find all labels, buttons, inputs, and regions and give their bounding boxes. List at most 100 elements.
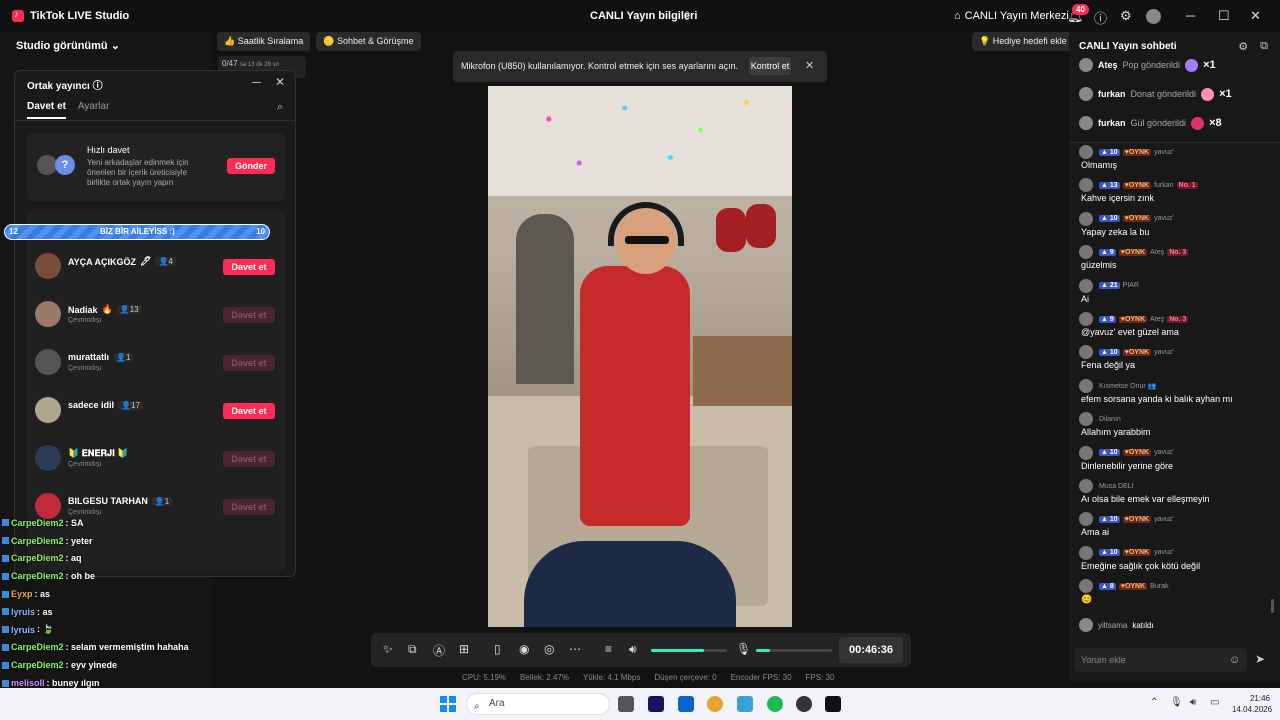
more-icon[interactable]: ⋯ — [569, 642, 581, 656]
close-icon[interactable]: ✕ — [805, 59, 814, 72]
volume-slider[interactable] — [651, 649, 727, 652]
check-button[interactable]: Kontrol et — [749, 57, 791, 75]
host-name-text: 🔰 𝐄𝐍𝐄𝐑𝐉𝐈 🔰 — [68, 448, 129, 458]
translate-icon[interactable]: ⧉ — [408, 642, 417, 657]
chat-user[interactable]: Dilanın — [1099, 416, 1121, 423]
avatar — [1079, 579, 1093, 594]
outlook-icon[interactable] — [678, 696, 694, 712]
microphone-icon[interactable]: 🎙︎ — [1170, 697, 1183, 708]
chat-message-meta: ▲ 10 ♥OYNK yavuz' — [1079, 445, 1274, 460]
tab-settings[interactable]: Ayarlar — [78, 101, 110, 119]
chat-user[interactable]: Musa DELİ — [1099, 483, 1134, 490]
chat-meeting-chip[interactable]: 🪙 Sohbet & Görüşme — [316, 32, 421, 51]
mic-slider[interactable] — [756, 649, 832, 652]
chat-user[interactable]: furkan — [1154, 182, 1173, 189]
avatar — [1079, 245, 1093, 260]
stream-preview[interactable] — [488, 86, 792, 627]
phone-icon[interactable]: ▯ — [494, 642, 501, 656]
hourly-ranking-chip[interactable]: 👍 Saatlik Sıralama — [217, 32, 311, 51]
chat-user[interactable]: yavuz' — [1154, 549, 1174, 556]
sliders-icon[interactable]: ≡ — [605, 642, 612, 656]
network-app-icon[interactable] — [737, 696, 753, 712]
chevron-down-icon: ⌄ — [110, 40, 120, 52]
invite-button[interactable]: Davet et — [223, 259, 275, 275]
chat-user[interactable]: Kısmetse Onur 👥 — [1099, 382, 1156, 390]
maximize-icon[interactable]: ☐ — [1218, 8, 1230, 24]
chat-message: ▲ 10 ♥OYNK yavuz' Emeğine sağlık çok kötü d… — [1079, 545, 1274, 571]
magic-wand-icon[interactable]: ✨︎ — [383, 642, 393, 657]
avatar — [1079, 87, 1093, 101]
after-effects-icon[interactable] — [648, 696, 664, 712]
level-badge: ▲ 10 — [1099, 215, 1120, 223]
overlay-chat-user: CarpeDiem2 — [11, 642, 64, 653]
comment-input[interactable]: Yorum ekle — [1075, 648, 1247, 672]
microphone-icon[interactable]: 🎙︎ — [736, 642, 751, 656]
chat-user[interactable]: PIAR — [1123, 282, 1139, 289]
overlay-chat-message: : aq — [65, 553, 82, 564]
emoji-icon[interactable]: ☺ — [1229, 654, 1240, 666]
avatar — [1079, 345, 1093, 360]
chat-user[interactable]: yavuz' — [1154, 215, 1174, 222]
spotify-icon[interactable] — [767, 696, 783, 712]
chat-badge-icon — [2, 643, 9, 651]
chat-user[interactable]: Ateş — [1150, 316, 1164, 323]
chat-user[interactable]: yavuz' — [1154, 516, 1174, 523]
close-icon[interactable]: ✕ — [1250, 8, 1261, 24]
profile-avatar[interactable] — [1146, 9, 1161, 24]
chrome-icon[interactable] — [707, 696, 723, 712]
send-icon[interactable]: ➤ — [1255, 652, 1265, 666]
minimize-icon[interactable]: ─ — [252, 75, 261, 89]
gear-icon[interactable]: ⚙ — [1238, 40, 1248, 53]
chat-user[interactable]: Ateş — [1150, 249, 1164, 256]
question-icon[interactable]: ⓘ — [93, 81, 103, 92]
host-name-text: Nadiak — [68, 304, 98, 315]
add-gift-goal-button[interactable]: 💡 Hediye hedefi ekle — [972, 32, 1074, 51]
overlay-chat-message: : 🍃 — [37, 624, 54, 635]
avatar — [35, 253, 61, 279]
taskbar-search[interactable]: ⌕ Ara — [466, 693, 610, 715]
chevron-up-icon[interactable]: ⌃ — [1150, 697, 1158, 708]
fan-club-badge: ♥OYNK — [1122, 515, 1152, 523]
chat-user[interactable]: Burak — [1150, 583, 1168, 590]
chat-message-meta: ▲ 10 ♥OYNK yavuz' — [1079, 545, 1274, 560]
stat-item: Encoder FPS: 30 — [730, 673, 792, 682]
task-view-icon[interactable] — [618, 696, 634, 712]
ai-icon[interactable]: Ⓐ — [433, 642, 445, 659]
clock[interactable]: 21:46 14.04.2026 — [1232, 693, 1272, 715]
volume-icon[interactable]: 🔊︎ — [1190, 697, 1196, 708]
battery-icon[interactable]: ▭ — [1210, 697, 1219, 708]
chat-user[interactable]: yavuz' — [1154, 149, 1174, 156]
tiktok-studio-icon[interactable] — [825, 696, 841, 712]
chat-user[interactable]: yavuz' — [1154, 349, 1174, 356]
clock-time: 21:46 — [1249, 694, 1270, 703]
screenshot-icon[interactable]: ◎ — [544, 642, 554, 656]
gift-event: furkan Gül gönderildi ×8 — [1079, 113, 1222, 133]
host-name-text: AYÇA AÇIKGÖZ — [68, 256, 137, 267]
invite-button[interactable]: Davet et — [223, 403, 275, 419]
gear-icon[interactable]: ⚙ — [1120, 8, 1132, 24]
sofa — [693, 336, 792, 406]
popout-icon[interactable]: ⧉ — [1260, 40, 1268, 53]
avatar — [1079, 618, 1093, 632]
quick-invite-desc: Yeni arkadaşlar edinmek için önerilen bi… — [87, 158, 189, 187]
chat-user[interactable]: yavuz' — [1154, 449, 1174, 456]
tab-invite[interactable]: Davet et — [27, 101, 66, 119]
share-icon[interactable]: ⇪ — [682, 9, 692, 23]
send-button[interactable]: Gönder — [227, 158, 275, 174]
windows-start-icon[interactable] — [440, 696, 456, 712]
boxing-glove — [746, 204, 776, 248]
search-icon[interactable]: ⌕ — [277, 101, 283, 114]
obs-icon[interactable] — [796, 696, 812, 712]
help-icon[interactable]: ⓘ — [1094, 8, 1107, 27]
chat-message: ▲ 13 ♥OYNK furkan No. 1 Kahve içersin zınk — [1079, 178, 1274, 203]
close-icon[interactable]: ✕ — [275, 75, 285, 89]
speaker-icon[interactable]: 🔊︎ — [629, 642, 637, 657]
cohost-title-text: Ortak yayıncı — [27, 81, 90, 92]
record-icon[interactable]: ◉ — [519, 642, 529, 656]
quick-invite-card: ? Hızlı davet Yeni arkadaşlar edinmek iç… — [27, 133, 285, 201]
studio-view-dropdown[interactable]: Studio görünümü ⌄ — [16, 39, 120, 52]
minimize-icon[interactable]: ─ — [1186, 8, 1195, 23]
add-source-icon[interactable]: ⊞ — [459, 642, 469, 656]
windows-taskbar: ⌕ Ara ⌃ 🎙︎ 🔊︎ ▭ 21:46 14.04.2026 — [0, 688, 1280, 720]
live-center-button[interactable]: ⌂ CANLI Yayın Merkezi — [954, 10, 1069, 22]
